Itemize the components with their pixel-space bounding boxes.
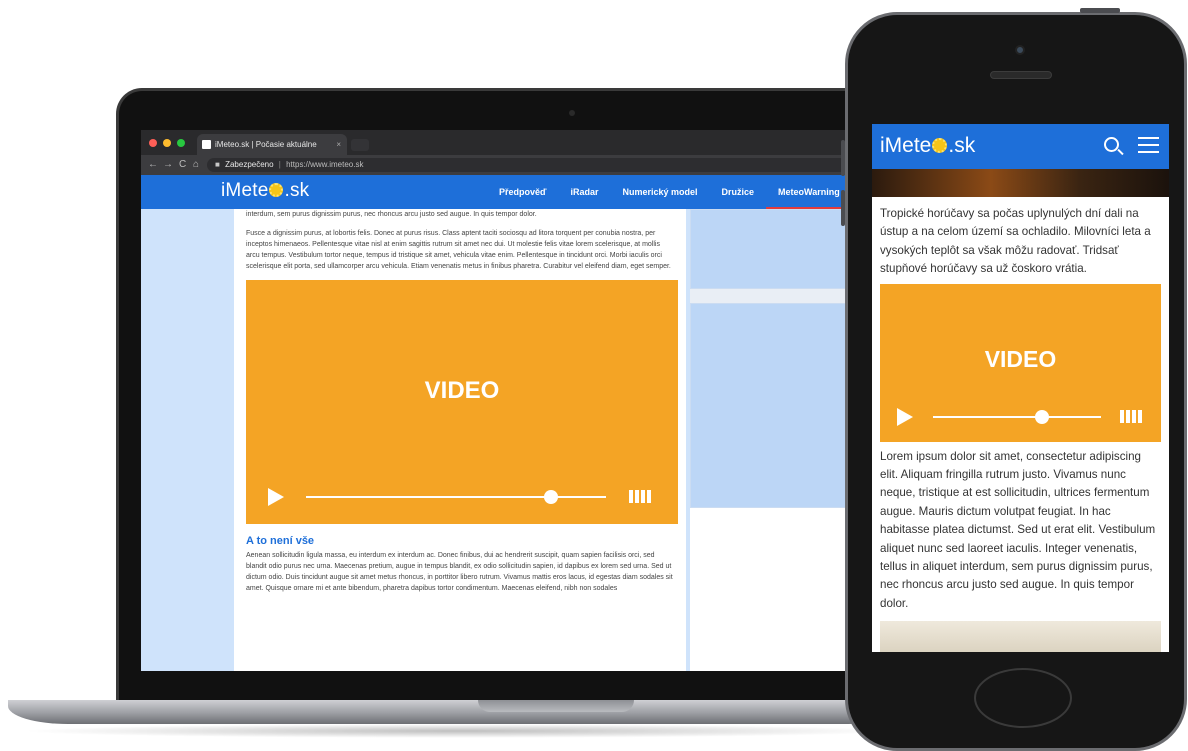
section-paragraph: Aenean sollicitudin ligula massa, eu int… xyxy=(246,552,673,592)
laptop-camera xyxy=(569,110,575,116)
volume-icon[interactable] xyxy=(629,490,651,503)
browser-toolbar: ← → C ⌂ ■ Zabezpečeno | https://www.imet… xyxy=(141,155,861,175)
phone-volume-button xyxy=(841,190,845,226)
mobile-logo[interactable]: iMete .sk xyxy=(880,134,975,158)
tab-title: iMeteo.sk | Počasie aktuálne xyxy=(215,140,317,149)
hero-image xyxy=(872,169,1169,197)
reload-icon[interactable]: C xyxy=(179,159,186,170)
article-paragraph: interdum, sem purus dignissim purus, nec… xyxy=(246,211,537,218)
phone-volume-button xyxy=(841,140,845,176)
logo-text-left: iMete xyxy=(880,134,932,157)
nav-item-druzice[interactable]: Družice xyxy=(710,175,767,209)
lock-icon: ■ xyxy=(215,160,220,169)
sidebar-box-top xyxy=(690,209,861,289)
window-close-dot[interactable] xyxy=(149,139,157,147)
seek-handle[interactable] xyxy=(544,490,558,504)
mobile-intro: Tropické horúčavy sa počas uplynulých dn… xyxy=(880,207,1151,276)
article-paragraph: Fusce a dignissim purus, at lobortis fel… xyxy=(246,230,671,270)
url-separator: | xyxy=(278,160,281,169)
mobile-header: iMete .sk xyxy=(872,124,1169,169)
sun-logo-icon xyxy=(932,138,948,153)
nav-item-predpoved[interactable]: Předpověď xyxy=(487,175,558,209)
logo-text-left: iMete xyxy=(221,180,269,201)
video-label: VIDEO xyxy=(424,377,500,404)
mobile-video-player[interactable]: VIDEO xyxy=(880,283,1161,442)
logo-text-right: .sk xyxy=(948,134,976,157)
back-arrow-icon[interactable]: ← xyxy=(148,159,158,170)
mobile-body-text: Lorem ipsum dolor sit amet, consectetur … xyxy=(880,449,1156,610)
phone-speaker xyxy=(990,71,1052,79)
hamburger-menu-icon[interactable] xyxy=(1138,137,1159,158)
seek-bar[interactable] xyxy=(933,415,1101,418)
forward-arrow-icon[interactable]: → xyxy=(163,159,173,170)
nav-item-numericky-model[interactable]: Numerický model xyxy=(611,175,710,209)
main-nav: Předpověď iRadar Numerický model Družice… xyxy=(487,175,852,209)
article-image xyxy=(880,621,1161,652)
article-column: interdum, sem purus dignissim purus, nec… xyxy=(234,209,686,671)
nav-item-meteowarning[interactable]: MeteoWarning xyxy=(766,175,852,209)
logo-text-right: .sk xyxy=(284,180,310,201)
nav-item-iradar[interactable]: iRadar xyxy=(558,175,610,209)
secure-label: Zabezpečeno xyxy=(225,160,274,169)
play-icon[interactable] xyxy=(268,488,284,506)
laptop-screen: iMeteo.sk | Počasie aktuálne × ← → C ⌂ ■… xyxy=(141,130,861,671)
phone-screen: iMete .sk Tropické horúčavy sa počas uply… xyxy=(872,124,1169,652)
window-minimize-dot[interactable] xyxy=(163,139,171,147)
video-label: VIDEO xyxy=(984,345,1057,372)
favicon-icon xyxy=(202,140,211,149)
laptop-notch xyxy=(478,700,634,712)
phone-home-button[interactable] xyxy=(974,668,1072,728)
sidebar-blank xyxy=(690,508,861,671)
url-text: https://www.imeteo.sk xyxy=(286,160,364,169)
video-player[interactable]: VIDEO xyxy=(246,280,678,524)
volume-icon[interactable] xyxy=(1120,409,1142,423)
play-icon[interactable] xyxy=(897,407,913,426)
seek-handle[interactable] xyxy=(1035,409,1049,424)
sidebar-gap xyxy=(690,289,861,303)
sun-logo-icon xyxy=(269,183,284,197)
window-maximize-dot[interactable] xyxy=(177,139,185,147)
sidebar-box-middle xyxy=(690,303,861,508)
address-bar[interactable]: ■ Zabezpečeno | https://www.imeteo.sk xyxy=(207,158,847,172)
browser-tab[interactable]: iMeteo.sk | Počasie aktuálne × xyxy=(197,134,347,155)
laptop-shadow xyxy=(20,724,900,738)
tab-close-icon[interactable]: × xyxy=(336,134,341,155)
phone-camera xyxy=(1015,45,1025,55)
section-heading: A to není vše xyxy=(246,535,315,547)
home-icon[interactable]: ⌂ xyxy=(193,159,199,170)
site-logo[interactable]: iMete .sk xyxy=(221,180,309,202)
seek-bar[interactable] xyxy=(306,496,606,498)
search-icon[interactable] xyxy=(1104,137,1119,152)
phone-power-button xyxy=(1080,8,1120,13)
laptop-base xyxy=(8,700,908,724)
site-header: iMete .sk Předpověď iRadar Numerický mode… xyxy=(141,175,861,209)
browser-tabbar: iMeteo.sk | Počasie aktuálne × xyxy=(141,130,861,155)
new-tab-button[interactable] xyxy=(351,139,369,151)
